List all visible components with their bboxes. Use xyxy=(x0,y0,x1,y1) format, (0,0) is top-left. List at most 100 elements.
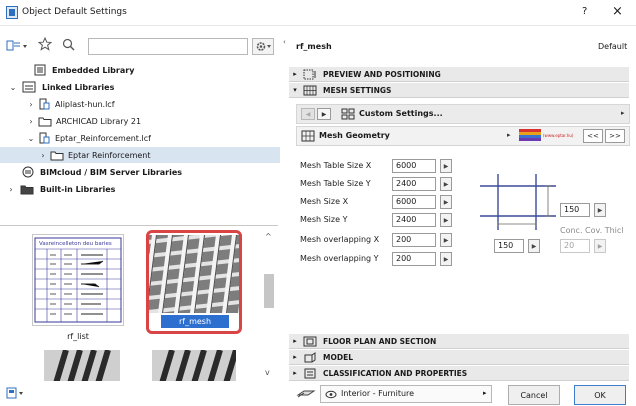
dropdown-arrow-icon[interactable]: ▸ xyxy=(621,109,625,117)
eye-icon xyxy=(325,390,337,399)
eptar-logo-icon xyxy=(519,129,541,141)
mesh-overlapping-y-input[interactable]: 200 xyxy=(392,252,436,266)
field-label: Mesh Size X xyxy=(300,197,349,206)
rebar-photo-preview xyxy=(152,350,236,381)
tree-item-archicad-library[interactable]: › ARCHICAD Library 21 xyxy=(0,113,280,129)
tree-item-label: BIMcloud / BIM Server Libraries xyxy=(40,167,183,177)
dropdown-arrow-icon[interactable]: ▸ xyxy=(507,131,511,139)
tree-item-bimcloud[interactable]: BIMcloud / BIM Server Libraries xyxy=(0,164,280,180)
link-arrow-button[interactable]: ▶ xyxy=(440,213,452,227)
help-button[interactable]: ? xyxy=(582,6,587,17)
link-arrow-button[interactable]: ▶ xyxy=(594,239,606,253)
thumbnail-partial[interactable] xyxy=(44,350,120,381)
folder-icon xyxy=(20,185,34,194)
section-classification[interactable]: ▸ CLASSIFICATION AND PROPERTIES xyxy=(289,366,629,381)
field-label: Mesh Table Size Y xyxy=(300,179,371,188)
cancel-button[interactable]: Cancel xyxy=(508,385,560,405)
rebar-table-preview: Vasreincelleton deu baries xyxy=(34,237,122,323)
field-label: Mesh overlapping Y xyxy=(300,254,379,263)
mesh-table-size-y-input[interactable]: 2400 xyxy=(392,177,436,191)
tree-item-linked-libraries[interactable]: ⌄ Linked Libraries xyxy=(0,79,280,95)
scroll-up-icon[interactable]: ^ xyxy=(265,232,272,241)
spacing-y-input[interactable]: 150 xyxy=(560,203,590,217)
field-label: Mesh Size Y xyxy=(300,215,348,224)
ok-button[interactable]: OK xyxy=(574,385,626,405)
section-model[interactable]: ▸ MODEL xyxy=(289,350,629,365)
thumbnail-rf-mesh[interactable]: rf_mesh xyxy=(146,230,242,334)
layer-value: Interior - Furniture xyxy=(341,389,415,398)
chevron-right-icon[interactable]: › xyxy=(26,117,36,126)
previous-page-button[interactable]: ◀ xyxy=(301,108,315,120)
link-arrow-button[interactable]: ▶ xyxy=(440,233,452,247)
link-arrow-button[interactable]: ▶ xyxy=(440,159,452,173)
bimcloud-icon xyxy=(22,166,34,178)
link-arrow-button[interactable]: ▶ xyxy=(528,239,540,253)
page-selector[interactable]: Mesh Geometry xyxy=(319,131,390,140)
tree-item-label: Eptar Reinforcement xyxy=(68,150,151,160)
tree-item-embedded-library[interactable]: Embedded Library xyxy=(0,62,280,78)
library-menu-icon[interactable] xyxy=(6,39,28,53)
mesh-overlapping-x-input[interactable]: 200 xyxy=(392,233,436,247)
tree-item-label: Aliplast-hun.lcf xyxy=(55,99,115,109)
triangle-right-icon: ▸ xyxy=(293,70,297,78)
thumbnail-scrollbar[interactable]: ^ v xyxy=(262,230,276,380)
section-label: MODEL xyxy=(323,352,353,362)
spacing-x-input[interactable]: 150 xyxy=(494,239,524,253)
layer-dropdown[interactable]: Interior - Furniture ▸ xyxy=(320,385,492,403)
mesh-diagram xyxy=(480,174,556,230)
chevron-right-icon[interactable]: › xyxy=(26,100,36,109)
custom-settings-dropdown[interactable]: Custom Settings... xyxy=(359,109,443,118)
tree-item-label: Linked Libraries xyxy=(42,82,115,92)
thumbnail-partial[interactable] xyxy=(152,350,236,381)
search-input[interactable] xyxy=(88,38,248,55)
thumbnail-label: rf_list xyxy=(67,332,89,341)
link-arrow-button[interactable]: ▶ xyxy=(594,203,606,217)
triangle-right-icon: ▸ xyxy=(293,337,297,345)
tree-item-eptar-lcf[interactable]: ⌄ Eptar_Reinforcement.lcf xyxy=(0,130,280,146)
thumbnail-rf-list[interactable]: Vasreincelleton deu baries xyxy=(32,234,124,326)
mesh-settings-icon xyxy=(303,85,317,95)
model-icon xyxy=(304,351,316,362)
prev-page-nav-button[interactable]: << xyxy=(583,129,603,143)
mesh-geometry-bar: Mesh Geometry ▸ (www.eptar.hu) << >> xyxy=(296,126,630,146)
scroll-down-icon[interactable]: v xyxy=(265,368,270,377)
settings-button[interactable] xyxy=(252,38,274,55)
object-name: rf_mesh xyxy=(296,42,332,51)
chevron-down-icon[interactable]: ⌄ xyxy=(26,134,36,143)
chevron-down-icon[interactable]: ⌄ xyxy=(8,83,18,92)
link-arrow-button[interactable]: ▶ xyxy=(440,252,452,266)
object-thumbnail-grid: Vasreincelleton deu baries rf_list rf_me… xyxy=(0,225,278,381)
panel-collapse-icon[interactable]: ‹ xyxy=(283,38,286,46)
section-mesh-settings[interactable]: ▾ MESH SETTINGS xyxy=(289,83,629,98)
link-arrow-button[interactable]: ▶ xyxy=(440,177,452,191)
chevron-right-icon[interactable]: › xyxy=(6,185,16,194)
next-page-nav-button[interactable]: >> xyxy=(605,129,625,143)
lcf-file-icon xyxy=(39,132,50,144)
section-preview-positioning[interactable]: ▸ PREVIEW AND POSITIONING xyxy=(289,67,629,82)
search-icon[interactable] xyxy=(62,38,75,51)
layer-icon xyxy=(296,390,316,398)
preview-icon xyxy=(303,69,316,79)
link-arrow-button[interactable]: ▶ xyxy=(440,195,452,209)
scrollbar-thumb[interactable] xyxy=(264,274,274,308)
chevron-right-icon[interactable]: › xyxy=(38,151,48,160)
field-label: Mesh overlapping X xyxy=(300,235,380,244)
library-icon xyxy=(34,64,46,76)
bottom-left-bar xyxy=(0,381,280,406)
mesh-size-y-input[interactable]: 2400 xyxy=(392,213,436,227)
tree-item-aliplast[interactable]: › Aliplast-hun.lcf xyxy=(0,96,280,112)
title-bar: Object Default Settings ? × xyxy=(0,0,636,26)
conc-cov-input[interactable]: 20 xyxy=(560,239,590,253)
default-label: Default xyxy=(598,42,628,51)
tree-item-builtin-libraries[interactable]: › Built-in Libraries xyxy=(0,181,280,197)
object-menu-icon[interactable] xyxy=(6,386,26,400)
mesh-size-x-input[interactable]: 6000 xyxy=(392,195,436,209)
thumbnail-label: rf_mesh xyxy=(161,315,229,328)
next-page-button[interactable]: ▶ xyxy=(317,108,331,120)
section-floor-plan[interactable]: ▸ FLOOR PLAN AND SECTION xyxy=(289,334,629,349)
custom-settings-bar: ◀ ▶ Custom Settings... ▸ xyxy=(296,104,630,124)
star-icon[interactable] xyxy=(38,37,52,51)
tree-item-eptar-reinforcement[interactable]: › Eptar Reinforcement xyxy=(0,147,280,163)
mesh-table-size-x-input[interactable]: 6000 xyxy=(392,159,436,173)
close-button[interactable]: × xyxy=(612,4,623,19)
